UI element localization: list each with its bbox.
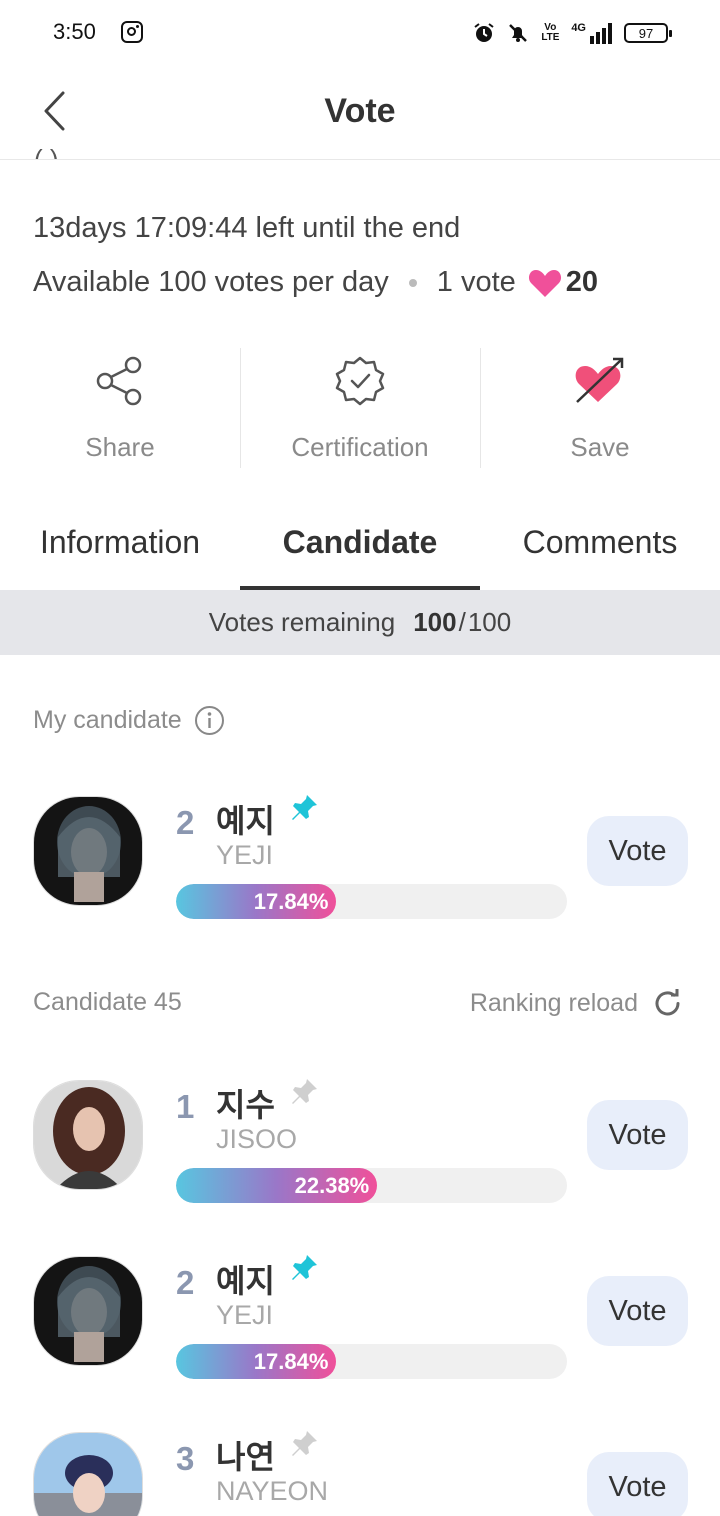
vote-percent: 22.38% <box>294 1172 370 1198</box>
candidate-count: Candidate 45 <box>33 988 182 1017</box>
instagram-icon <box>121 21 143 43</box>
ranking-reload-label: Ranking reload <box>469 989 638 1017</box>
rank-number: 1 <box>176 1088 195 1125</box>
vote-button[interactable]: Vote <box>587 1452 688 1516</box>
candidate-name-en: YEJI <box>216 1300 274 1330</box>
candidate-name-en: NAYEON <box>216 1476 329 1506</box>
pin-icon[interactable] <box>288 1076 320 1113</box>
share-icon <box>96 356 142 406</box>
votes-remaining-label: Votes remaining <box>208 607 396 637</box>
avatar[interactable] <box>33 1256 143 1366</box>
status-time: 3:50 <box>53 19 96 44</box>
save-label: Save <box>570 432 630 462</box>
vote-button[interactable]: Vote <box>587 1100 688 1170</box>
pin-active-icon[interactable] <box>288 1252 320 1289</box>
candidate-name-en: YEJI <box>216 840 274 870</box>
heart-arrow-icon <box>575 357 624 403</box>
vote-percent: 17.84% <box>253 1348 329 1374</box>
candidate-row: 3 나연 NAYEON Vote <box>0 1431 720 1516</box>
candidate-name-kr: 예지 <box>216 802 275 840</box>
refresh-icon <box>655 989 680 1016</box>
pin-active-icon[interactable] <box>288 792 320 829</box>
avatar[interactable] <box>33 1432 143 1516</box>
certification-badge-icon <box>335 356 385 406</box>
save-button[interactable]: Save <box>480 346 720 470</box>
status-bar: 3:50 Vo LTE 4G 97 <box>0 0 720 66</box>
share-label: Share <box>85 432 155 462</box>
per-vote-text: 1 vote <box>436 266 516 298</box>
rank-number: 3 <box>176 1440 195 1477</box>
candidate-row: 2 예지 YEJI 17.84% Vote <box>0 1255 720 1386</box>
daily-votes-text: Available 100 votes per day <box>33 266 389 298</box>
separator-dot <box>408 278 417 287</box>
vote-progress-fill: 22.38% <box>176 1168 378 1203</box>
candidate-name-kr: 지수 <box>216 1086 275 1124</box>
heart-count: 20 <box>565 266 599 298</box>
candidate-name-en: JISOO <box>216 1124 298 1154</box>
tab-comments[interactable]: Comments <box>480 510 720 590</box>
pin-icon[interactable] <box>288 1428 320 1465</box>
certification-label: Certification <box>291 432 429 462</box>
vote-progress-fill: 17.84% <box>176 884 337 919</box>
action-bar: Share Certification Save <box>0 346 720 470</box>
info-icon[interactable] <box>194 705 225 736</box>
vote-progress-bar: 17.84% <box>176 1344 567 1379</box>
battery-level: 97 <box>638 25 654 41</box>
signal-icon <box>590 22 612 44</box>
votes-remaining-bar: Votes remaining 100 / 100 <box>0 590 720 655</box>
network-label: 4G <box>571 22 586 34</box>
avatar[interactable] <box>33 1080 143 1190</box>
my-candidate-header: My candidate <box>33 705 225 736</box>
share-button[interactable]: Share <box>0 346 240 470</box>
bell-muted-icon <box>507 22 529 44</box>
vote-button[interactable]: Vote <box>587 816 688 886</box>
vote-progress-bar: 17.84% <box>176 884 567 919</box>
avatar[interactable] <box>33 796 143 906</box>
vote-progress-fill: 17.84% <box>176 1344 337 1379</box>
vote-button[interactable]: Vote <box>587 1276 688 1346</box>
tab-information[interactable]: Information <box>0 510 240 590</box>
app-header: Vote ( ) <box>0 66 720 160</box>
time-left-text: 13days 17:09:44 left until the end <box>33 212 461 244</box>
vote-progress-bar: 22.38% <box>176 1168 567 1203</box>
candidate-name-kr: 예지 <box>216 1262 275 1300</box>
ranking-reload-button[interactable]: Ranking reload <box>470 988 683 1019</box>
my-candidate-row: 2 예지 YEJI 17.84% Vote <box>0 795 720 926</box>
rank-number: 2 <box>176 1264 195 1301</box>
heart-icon <box>528 268 562 298</box>
candidate-name-kr: 나연 <box>216 1438 275 1476</box>
tab-bar: Information Candidate Comments <box>0 510 720 590</box>
vote-percent: 17.84% <box>253 888 329 914</box>
page-title: Vote <box>324 92 396 130</box>
alarm-icon <box>473 22 495 44</box>
votes-remaining-total: 100 <box>467 607 512 637</box>
candidate-count-label: Candidate 45 <box>33 988 182 1016</box>
my-candidate-label: My candidate <box>33 706 182 734</box>
rank-number: 2 <box>176 804 195 841</box>
cutoff-text: ( ) <box>34 144 59 160</box>
votes-remaining-value: 100 <box>413 607 457 637</box>
status-icons: Vo LTE 4G 97 <box>473 20 672 46</box>
battery-icon: 97 <box>624 23 672 43</box>
candidate-row: 1 지수 JISOO 22.38% Vote <box>0 1079 720 1210</box>
volte-icon: Vo LTE <box>541 22 560 43</box>
certification-button[interactable]: Certification <box>240 346 480 470</box>
tab-candidate[interactable]: Candidate <box>240 510 480 590</box>
vote-rules: Available 100 votes per day 1 vote 20 <box>33 266 598 299</box>
